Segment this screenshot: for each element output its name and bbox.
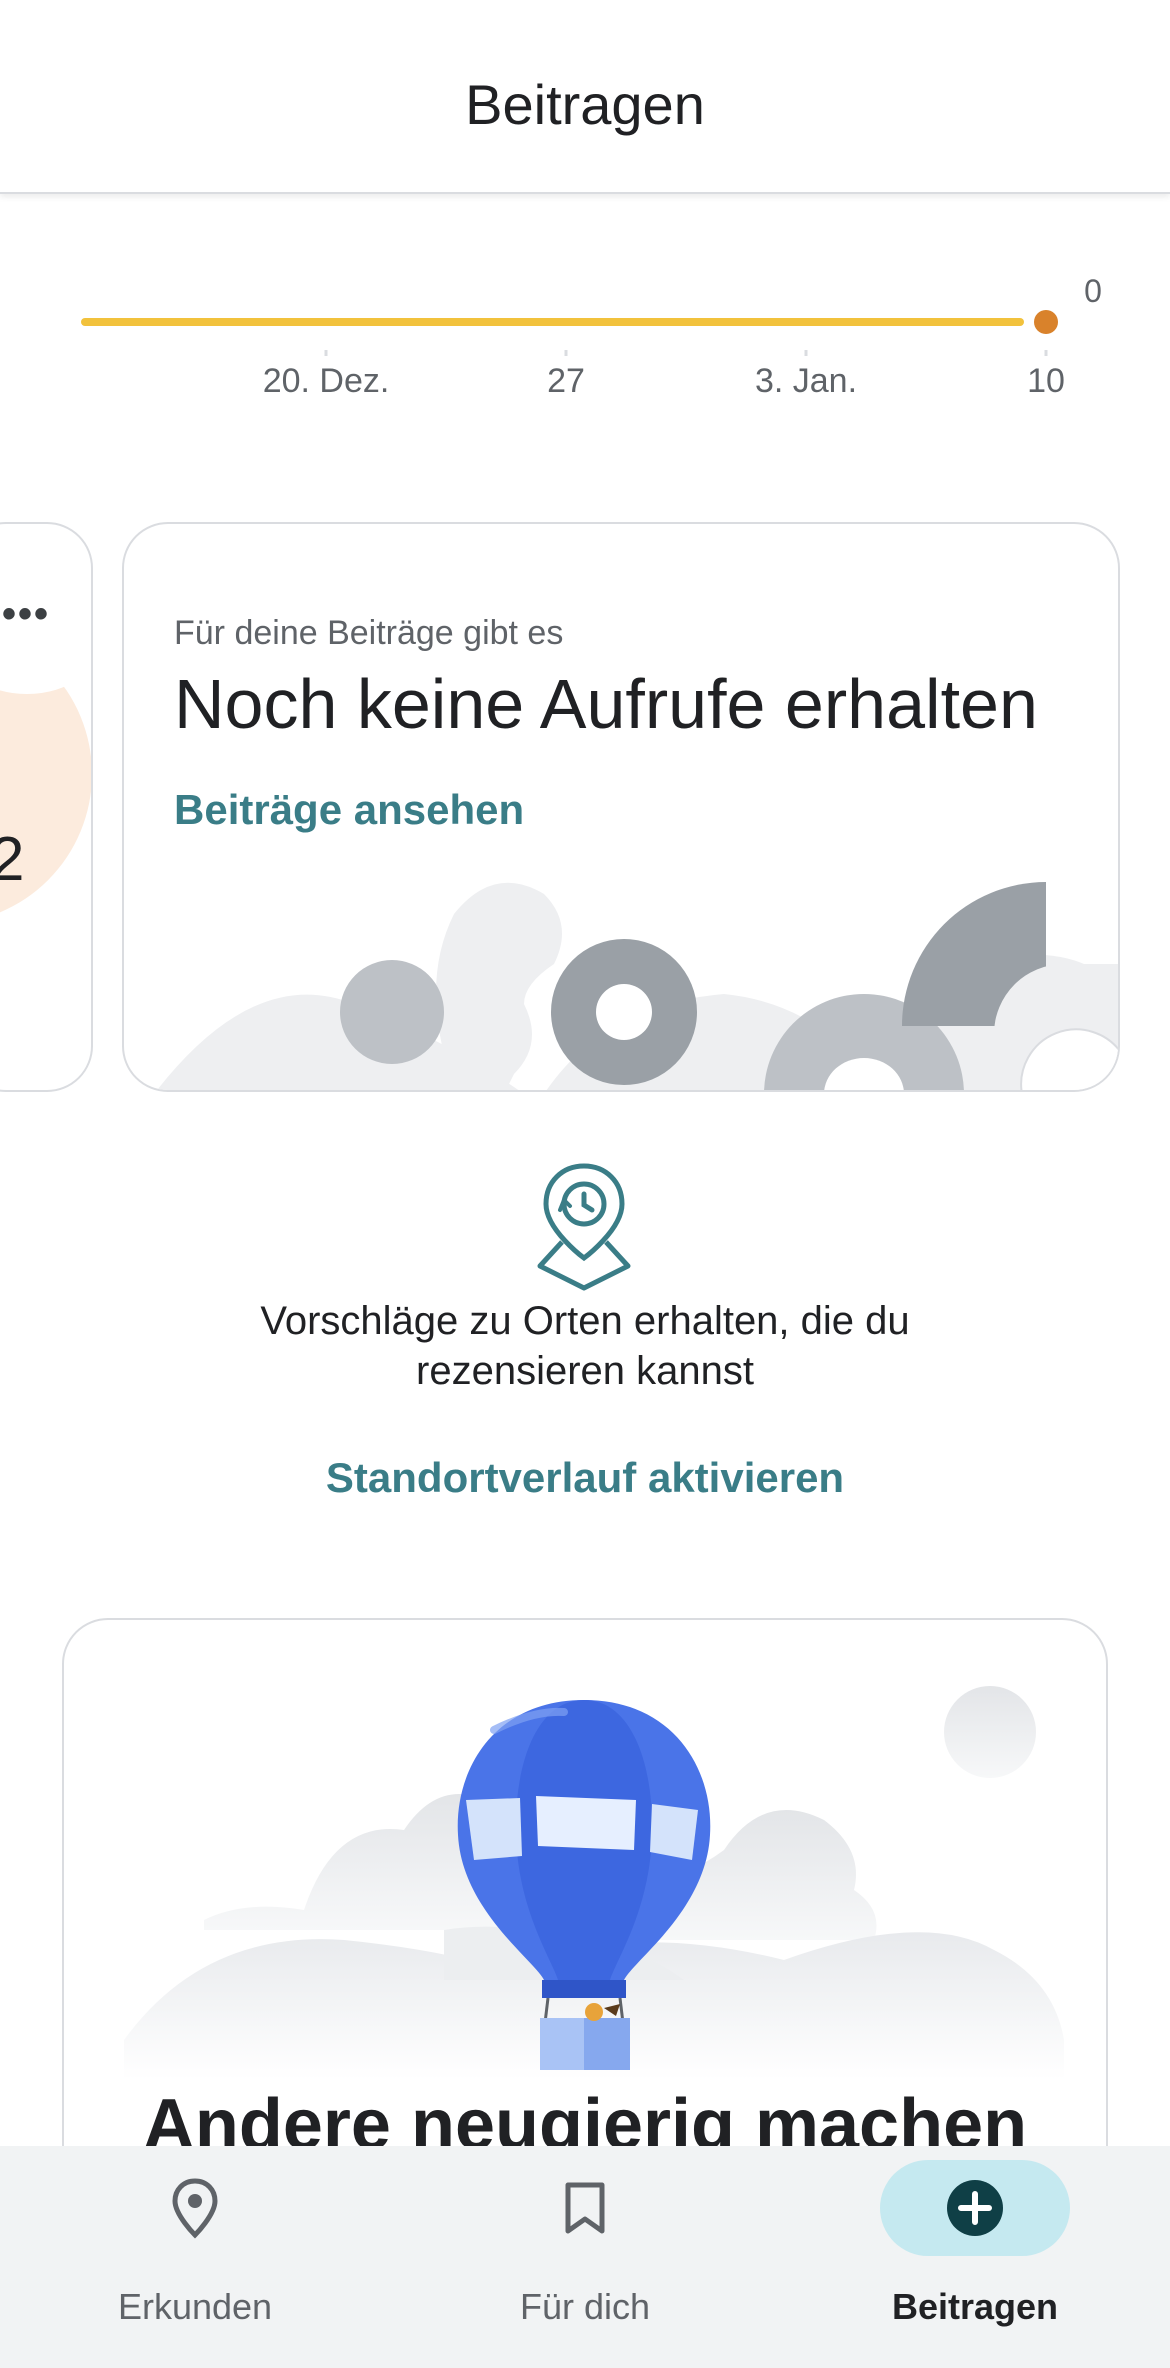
tick-label: 27 <box>547 362 585 400</box>
nav-label: Beitragen <box>891 2286 1059 2327</box>
top-app-bar: Beitragen <box>0 0 1170 194</box>
bottom-navigation: Erkunden Für dich Beitragen <box>0 2146 1170 2368</box>
views-illustration <box>157 882 1118 1090</box>
balloon-illustration <box>124 1686 1064 2080</box>
views-title: Noch keine Aufrufe erhalten <box>174 665 1038 743</box>
more-options-icon[interactable]: ••• <box>2 592 50 637</box>
nav-label: Für dich <box>519 2286 651 2327</box>
location-history-icon <box>537 1163 631 1291</box>
tick-label: 3. Jan. <box>755 362 857 400</box>
view-contributions-link[interactable]: Beiträge ansehen <box>174 786 524 834</box>
activate-location-history-link[interactable]: Standortverlauf aktivieren <box>0 1454 1170 1502</box>
nav-item-erkunden[interactable]: Erkunden <box>0 2146 390 2368</box>
nav-item-beitragen[interactable]: Beitragen <box>780 2146 1170 2368</box>
add-circle-icon <box>947 2180 1003 2236</box>
active-indicator <box>880 2160 1070 2256</box>
previous-stats-card[interactable]: ••• 2 <box>0 522 93 1092</box>
views-subtitle: Für deine Beiträge gibt es <box>174 614 564 652</box>
tick-label: 10 <box>1027 362 1065 400</box>
tick-label: 20. Dez. <box>263 362 390 400</box>
views-card[interactable]: Für deine Beiträge gibt es Noch keine Au… <box>122 522 1120 1092</box>
nav-label: Erkunden <box>117 2286 273 2327</box>
page-title: Beitragen <box>465 73 705 136</box>
suggestion-text: Vorschläge zu Orten erhalten, die du rez… <box>260 1299 910 1393</box>
nav-item-fuer-dich[interactable]: Für dich <box>390 2146 780 2368</box>
bookmark-icon <box>565 2182 605 2234</box>
stat-number: 2 <box>0 824 24 895</box>
timeline-value-label: 0 <box>1084 273 1102 309</box>
contributions-timeline: 0 20. Dez. 27 3. Jan. 10 <box>81 273 1102 400</box>
timeline-point <box>1034 310 1058 334</box>
location-pin-icon <box>172 2178 218 2239</box>
